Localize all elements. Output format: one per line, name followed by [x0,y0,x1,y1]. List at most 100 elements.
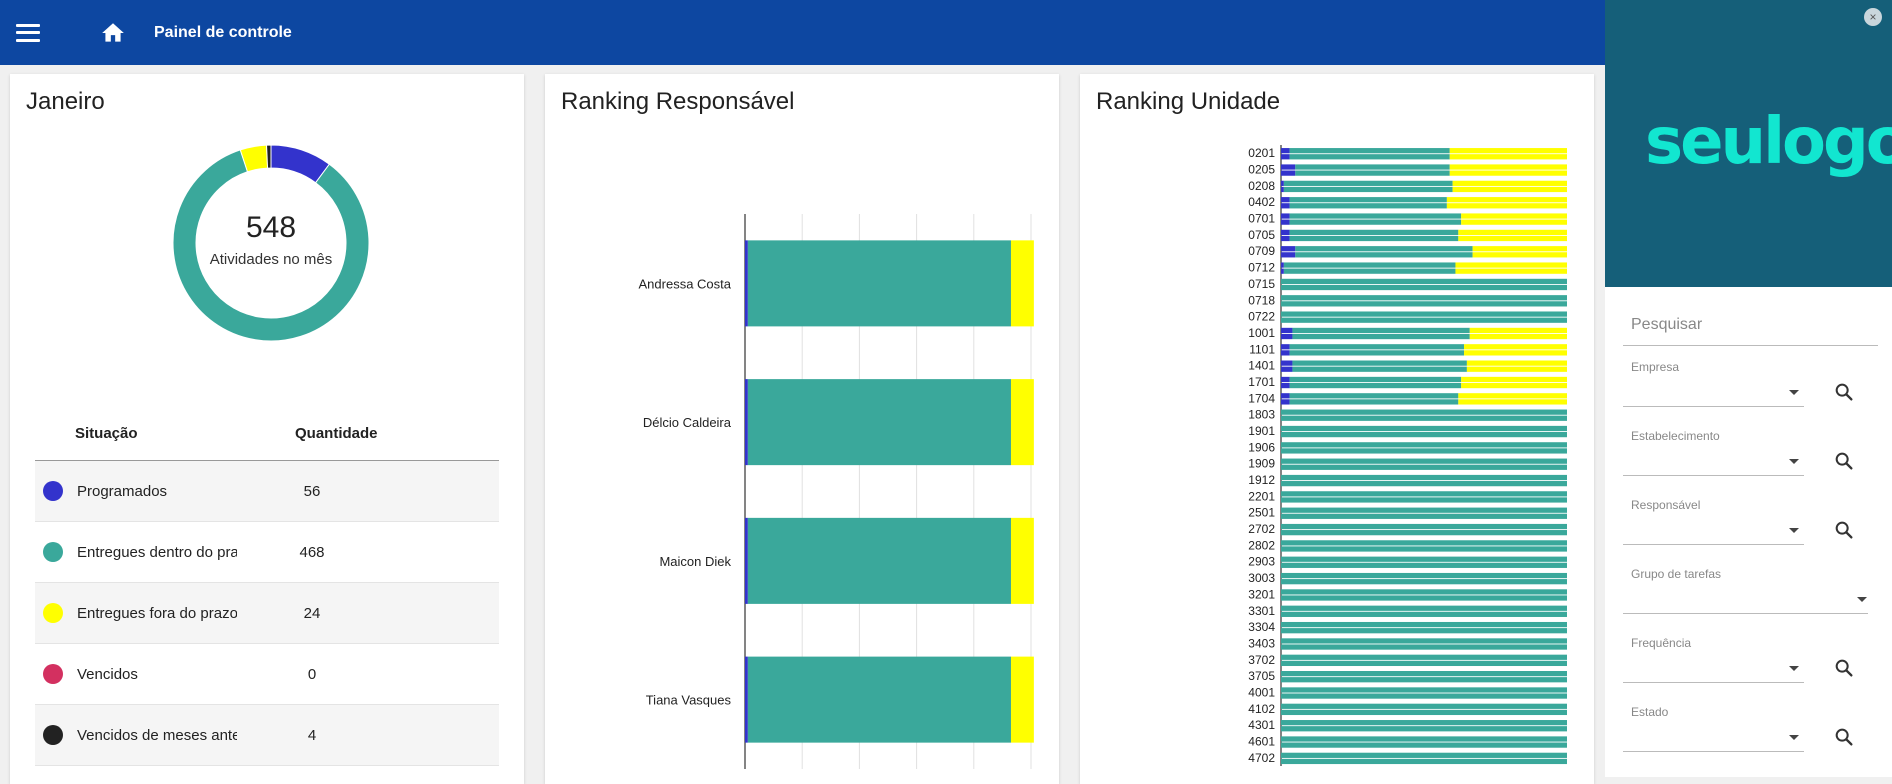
bar-segment[interactable] [747,379,1011,466]
bar-segment[interactable] [1281,180,1284,186]
bar-segment[interactable] [1449,170,1567,176]
filter-select[interactable]: Estado [1623,691,1878,760]
bar-segment[interactable] [747,517,1011,604]
bar-segment[interactable] [1281,507,1567,513]
bar-segment[interactable] [1281,382,1290,389]
bar-segment[interactable] [1281,229,1290,235]
bar-segment[interactable] [1289,344,1465,350]
bar-segment[interactable] [1466,360,1567,366]
bar-segment[interactable] [1449,154,1567,160]
bar-segment[interactable] [1281,409,1567,415]
bar-segment[interactable] [1289,376,1462,383]
bar-segment[interactable] [1281,513,1567,519]
bar-segment[interactable] [1281,360,1293,366]
bar-segment[interactable] [1281,726,1567,732]
bar-segment[interactable] [1472,246,1567,252]
bar-segment[interactable] [1461,382,1567,389]
search-input[interactable]: Pesquisar [1623,300,1878,346]
bar-segment[interactable] [1295,252,1473,258]
bar-segment[interactable] [1281,154,1290,160]
bar-segment[interactable] [1281,654,1567,660]
bar-segment[interactable] [745,517,748,604]
bar-segment[interactable] [1295,164,1450,170]
bar-segment[interactable] [1281,611,1567,617]
bar-segment[interactable] [1281,284,1567,291]
bar-segment[interactable] [1281,556,1567,562]
bar-segment[interactable] [1281,170,1296,176]
bar-segment[interactable] [1281,546,1567,552]
bar-segment[interactable] [1281,644,1567,650]
bar-segment[interactable] [1010,379,1034,466]
bar-segment[interactable] [1281,458,1567,464]
bar-segment[interactable] [1281,742,1567,748]
bar-segment[interactable] [1289,382,1462,389]
bar-segment[interactable] [1010,517,1034,604]
bar-segment[interactable] [1455,268,1567,274]
bar-segment[interactable] [1281,327,1293,334]
filter-select[interactable]: Frequência [1623,622,1878,691]
bar-segment[interactable] [1281,660,1567,667]
bar-segment[interactable] [1281,415,1567,421]
bar-segment[interactable] [1281,595,1567,601]
bar-segment[interactable] [747,656,1011,743]
filter-select[interactable]: Estabelecimento [1623,415,1878,484]
bar-segment[interactable] [1281,235,1290,242]
bar-segment[interactable] [1458,399,1567,405]
bar-segment[interactable] [1289,229,1459,235]
bar-segment[interactable] [1281,366,1293,372]
bar-segment[interactable] [1281,497,1567,503]
dropdown-arrow-icon[interactable] [1857,597,1867,602]
bar-segment[interactable] [1281,677,1567,683]
bar-segment[interactable] [1281,589,1567,595]
filter-select[interactable]: Responsável [1623,484,1878,553]
search-icon[interactable] [1833,726,1855,748]
bar-segment[interactable] [1281,425,1567,432]
bar-segment[interactable] [1295,170,1450,176]
dropdown-arrow-icon[interactable] [1789,459,1799,464]
bar-segment[interactable] [1289,393,1459,399]
bar-segment[interactable] [1281,278,1567,285]
dropdown-arrow-icon[interactable] [1789,666,1799,671]
bar-segment[interactable] [1455,262,1567,268]
bar-segment[interactable] [1281,464,1567,470]
bar-segment[interactable] [1283,262,1456,268]
bar-segment[interactable] [1281,752,1567,758]
bar-segment[interactable] [1281,693,1567,699]
bar-segment[interactable] [1446,203,1567,209]
filter-select[interactable]: Empresa [1623,346,1878,415]
close-icon[interactable]: × [1864,8,1882,26]
bar-segment[interactable] [1281,213,1290,219]
bar-segment[interactable] [1281,579,1567,585]
bar-segment[interactable] [1281,605,1567,611]
bar-segment[interactable] [1283,268,1456,274]
bar-segment[interactable] [1281,219,1290,225]
bar-segment[interactable] [1281,399,1290,405]
bar-segment[interactable] [1452,186,1567,193]
bar-segment[interactable] [1281,203,1290,209]
bar-segment[interactable] [1464,344,1567,350]
bar-segment[interactable] [1292,366,1467,372]
bar-segment[interactable] [1281,687,1567,693]
filter-select[interactable]: Grupo de tarefas [1623,553,1878,622]
bar-segment[interactable] [1281,671,1567,677]
bar-segment[interactable] [1461,219,1567,225]
bar-segment[interactable] [1281,703,1567,709]
bar-segment[interactable] [1461,376,1567,383]
bar-segment[interactable] [1010,656,1034,743]
search-icon[interactable] [1833,450,1855,472]
bar-segment[interactable] [1289,154,1450,160]
bar-segment[interactable] [1289,219,1462,225]
bar-segment[interactable] [745,240,748,327]
bar-segment[interactable] [1281,448,1567,454]
bar-segment[interactable] [1446,197,1567,203]
bar-segment[interactable] [1281,376,1290,383]
bar-segment[interactable] [1281,317,1567,323]
bar-segment[interactable] [1281,621,1567,628]
bar-segment[interactable] [1281,720,1567,726]
bar-segment[interactable] [1289,399,1459,405]
bar-segment[interactable] [1281,431,1567,438]
bar-segment[interactable] [1010,240,1034,327]
bar-segment[interactable] [1292,327,1470,334]
bar-segment[interactable] [1281,301,1567,307]
bar-segment[interactable] [1281,311,1567,317]
